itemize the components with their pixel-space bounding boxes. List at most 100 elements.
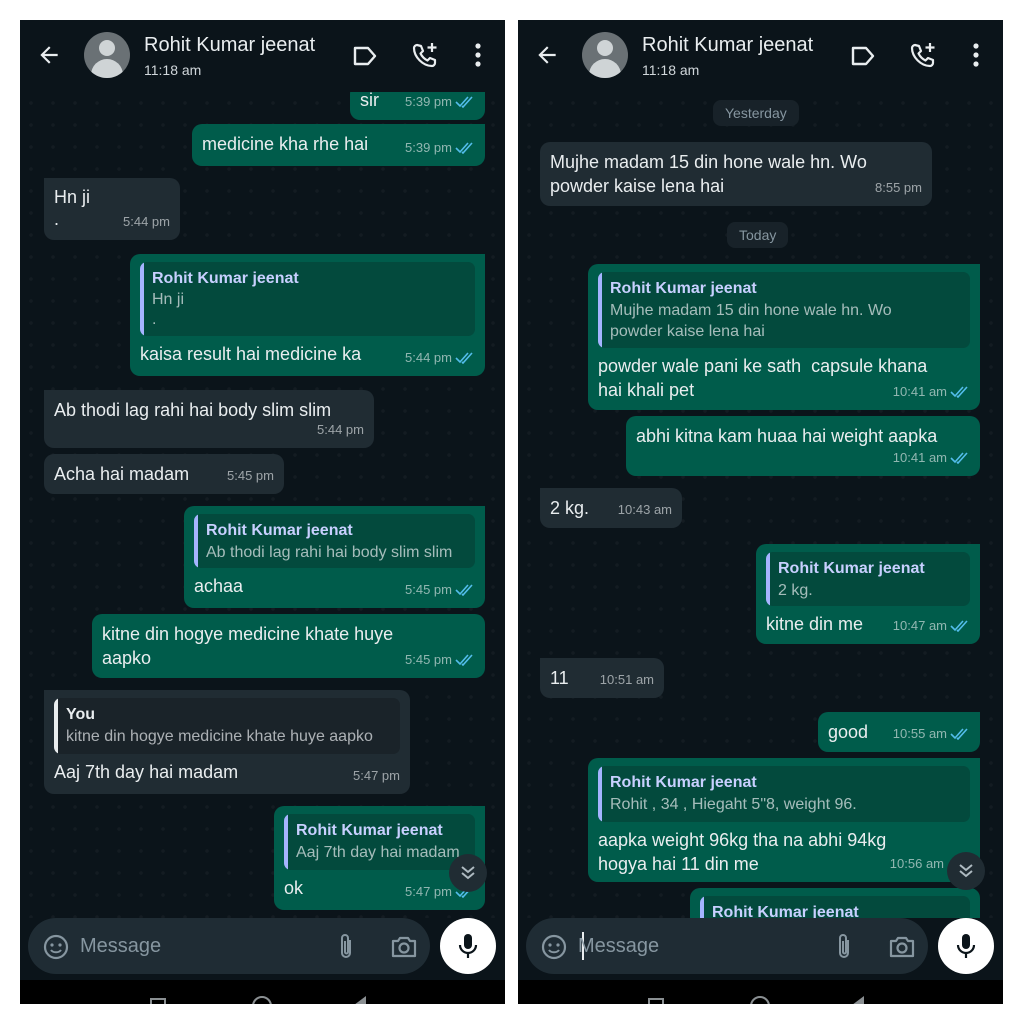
message-time: 5:44 pm: [317, 422, 364, 437]
label-icon[interactable]: [352, 44, 378, 68]
last-seen-status: 11:18 am: [144, 62, 202, 78]
message-incoming[interactable]: Ab thodi lag rahi hai body slim slim 5:4…: [44, 390, 374, 448]
message-meta: 5:39 pm: [405, 136, 475, 160]
nav-back-icon[interactable]: [852, 996, 864, 1004]
message-outgoing[interactable]: abhi kitna kam huaa hai weight aapka 10:…: [626, 416, 980, 476]
message-meta: 10:41 am: [893, 380, 970, 404]
message-outgoing[interactable]: medicine kha rhe hai 5:39 pm: [192, 124, 485, 166]
nav-back-icon[interactable]: [354, 996, 366, 1004]
add-call-icon[interactable]: [410, 40, 440, 70]
double-check-icon: [950, 386, 968, 398]
message-incoming[interactable]: 11 10:51 am: [540, 658, 664, 698]
quote-text: Mujhe madam 15 din hone wale hn. Wo powd…: [610, 302, 892, 340]
message-box[interactable]: [28, 918, 430, 974]
message-box[interactable]: [526, 918, 928, 974]
contact-name[interactable]: Rohit Kumar jeenat: [144, 34, 315, 57]
attach-icon[interactable]: [832, 932, 856, 962]
message-incoming[interactable]: Acha hai madam 5:45 pm: [44, 454, 284, 494]
avatar[interactable]: [582, 32, 628, 78]
message-outgoing-reply[interactable]: Rohit Kumar jeenat Aaj 7th day hai madam…: [274, 806, 485, 910]
message-text: Aaj 7th day hai madam: [54, 762, 239, 782]
message-meta: 5:44 pm: [405, 346, 475, 370]
last-seen-status: 11:18 am: [642, 62, 700, 78]
message-outgoing-reply[interactable]: Rohit Kumar jeenat Hn ji . kaisa result …: [130, 254, 485, 376]
mic-button[interactable]: [938, 918, 994, 974]
reply-quote[interactable]: Rohit Kumar jeenat Aaj 7th day hai madam: [284, 814, 475, 870]
message-outgoing-reply[interactable]: Rohit Kumar jeenat: [690, 888, 980, 918]
message-input[interactable]: [578, 930, 818, 962]
chat-header: Rohit Kumar jeenat 11:18 am: [518, 20, 1003, 92]
message-outgoing[interactable]: good 10:55 am: [818, 712, 980, 752]
chevron-down-icon: [959, 864, 973, 878]
reply-quote[interactable]: Rohit Kumar jeenat Rohit , 34 , Hiegaht …: [598, 766, 970, 822]
message-outgoing-reply[interactable]: Rohit Kumar jeenat Mujhe madam 15 din ho…: [588, 264, 980, 410]
message-outgoing-reply[interactable]: Rohit Kumar jeenat Ab thodi lag rahi hai…: [184, 506, 485, 608]
sticker-icon[interactable]: [540, 933, 568, 961]
avatar[interactable]: [84, 32, 130, 78]
more-vert-icon[interactable]: [466, 42, 490, 68]
camera-icon[interactable]: [888, 934, 916, 960]
message-time: 5:44 pm: [123, 214, 170, 229]
quote-text: Aaj 7th day hai madam: [296, 844, 460, 861]
message-time: 10:41 am: [892, 450, 947, 465]
message-time: 10:43 am: [617, 502, 672, 517]
home-icon[interactable]: [252, 996, 272, 1004]
back-arrow-icon[interactable]: [36, 42, 62, 68]
label-icon[interactable]: [850, 44, 876, 68]
message-time: 5:45 pm: [405, 582, 452, 597]
quote-author: Rohit Kumar jeenat: [610, 774, 757, 791]
more-vert-icon[interactable]: [964, 42, 988, 68]
home-icon[interactable]: [750, 996, 770, 1004]
double-check-icon: [950, 728, 968, 740]
reply-quote[interactable]: Rohit Kumar jeenat: [700, 896, 970, 918]
message-outgoing[interactable]: kitne din hogye medicine khate huye aapk…: [92, 614, 485, 678]
contact-name[interactable]: Rohit Kumar jeenat: [642, 34, 813, 57]
message-time: 5:47 pm: [405, 884, 452, 899]
mic-button[interactable]: [440, 918, 496, 974]
reply-quote[interactable]: Rohit Kumar jeenat Mujhe madam 15 din ho…: [598, 272, 970, 348]
recents-icon[interactable]: [150, 998, 166, 1004]
quote-author: Rohit Kumar jeenat: [778, 560, 925, 577]
message-incoming[interactable]: Mujhe madam 15 din hone wale hn. Wo powd…: [540, 142, 932, 206]
message-outgoing-reply[interactable]: Rohit Kumar jeenat Rohit , 34 , Hiegaht …: [588, 758, 980, 882]
message-time: 5:47 pm: [353, 768, 400, 783]
scroll-down-button[interactable]: [947, 852, 985, 890]
message-incoming-reply[interactable]: You kitne din hogye medicine khate huye …: [44, 690, 410, 794]
message-outgoing-reply[interactable]: Rohit Kumar jeenat 2 kg. kitne din me 10…: [756, 544, 980, 644]
message-time: 10:47 am: [892, 618, 947, 633]
reply-quote[interactable]: You kitne din hogye medicine khate huye …: [54, 698, 400, 754]
sticker-icon[interactable]: [42, 933, 70, 961]
back-arrow-icon[interactable]: [534, 42, 560, 68]
quote-author: Rohit Kumar jeenat: [296, 822, 443, 839]
double-check-icon: [455, 584, 473, 596]
message-list[interactable]: Yesterday Mujhe madam 15 din hone wale h…: [518, 92, 1003, 918]
quote-author: Rohit Kumar jeenat: [152, 270, 299, 287]
quote-text: kitne din hogye medicine khate huye aapk…: [66, 728, 373, 745]
recents-icon[interactable]: [648, 998, 664, 1004]
reply-quote[interactable]: Rohit Kumar jeenat 2 kg.: [766, 552, 970, 606]
chat-screen-right: Rohit Kumar jeenat 11:18 am Yesterday Mu…: [518, 20, 1003, 1004]
reply-quote[interactable]: Rohit Kumar jeenat Ab thodi lag rahi hai…: [194, 514, 475, 568]
message-incoming[interactable]: 2 kg. 10:43 am: [540, 488, 682, 528]
message-meta: 10:41 am: [893, 446, 970, 470]
attach-icon[interactable]: [334, 932, 358, 962]
quote-text: Ab thodi lag rahi hai body slim slim: [206, 544, 453, 561]
date-divider: Yesterday: [713, 100, 799, 126]
message-input[interactable]: [80, 930, 320, 962]
scroll-down-button[interactable]: [449, 854, 487, 892]
date-divider: Today: [727, 222, 789, 248]
camera-icon[interactable]: [390, 934, 418, 960]
quote-text: Hn ji .: [152, 291, 185, 328]
message-text: sir: [360, 92, 379, 110]
message-text: abhi kitna kam huaa hai weight aapka: [636, 426, 938, 446]
message-incoming[interactable]: Hn ji . 5:44 pm: [44, 178, 180, 240]
message-list[interactable]: sir 5:39 pm medicine kha rhe hai 5:39 pm…: [20, 92, 505, 918]
message-meta: 5:39 pm: [405, 92, 475, 114]
message-time: 5:45 pm: [227, 468, 274, 483]
message-outgoing[interactable]: sir 5:39 pm: [350, 92, 485, 120]
reply-quote[interactable]: Rohit Kumar jeenat Hn ji .: [140, 262, 475, 336]
quote-text: 2 kg.: [778, 582, 813, 599]
double-check-icon: [455, 142, 473, 154]
add-call-icon[interactable]: [908, 40, 938, 70]
composer: [518, 918, 1003, 980]
